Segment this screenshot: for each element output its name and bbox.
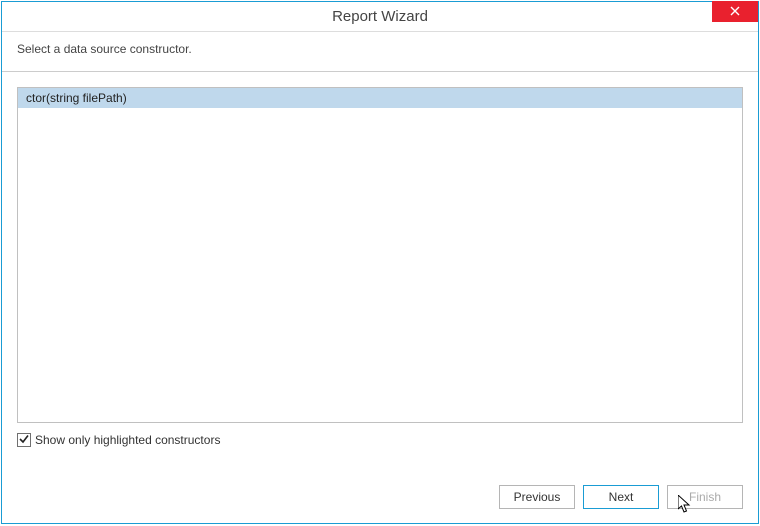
window-title: Report Wizard bbox=[332, 8, 428, 25]
constructor-item-label: ctor(string filePath) bbox=[26, 91, 127, 105]
close-button[interactable] bbox=[712, 1, 758, 22]
close-icon bbox=[730, 5, 740, 19]
next-button[interactable]: Next bbox=[583, 485, 659, 509]
previous-button[interactable]: Previous bbox=[499, 485, 575, 509]
checkmark-icon bbox=[18, 433, 30, 448]
finish-button: Finish bbox=[667, 485, 743, 509]
highlighted-checkbox-label[interactable]: Show only highlighted constructors bbox=[35, 433, 220, 447]
instruction-text: Select a data source constructor. bbox=[2, 32, 758, 72]
titlebar[interactable]: Report Wizard bbox=[2, 2, 758, 32]
constructor-item[interactable]: ctor(string filePath) bbox=[18, 88, 742, 108]
constructor-listbox[interactable]: ctor(string filePath) bbox=[17, 87, 743, 423]
highlighted-checkbox-row: Show only highlighted constructors bbox=[17, 433, 743, 447]
wizard-window: Report Wizard Select a data source const… bbox=[1, 1, 759, 524]
highlighted-checkbox[interactable] bbox=[17, 433, 31, 447]
button-row: Previous Next Finish bbox=[499, 485, 743, 509]
content-area: ctor(string filePath) Show only highligh… bbox=[2, 72, 758, 462]
